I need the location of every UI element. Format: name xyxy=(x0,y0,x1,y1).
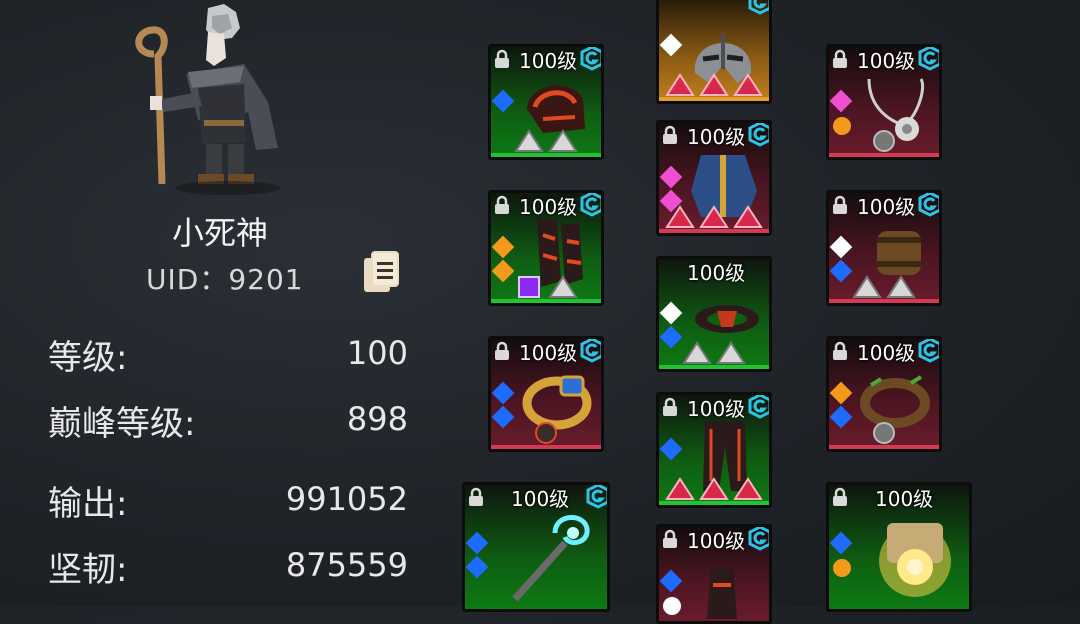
stat-label-output: 输出: xyxy=(48,484,128,524)
red-socket-icon xyxy=(699,477,729,500)
socket-icon xyxy=(716,341,746,364)
g-rank-icon xyxy=(748,527,769,551)
white-orb-icon xyxy=(663,597,681,615)
g-rank-icon xyxy=(918,47,939,71)
red-socket-icon xyxy=(733,205,763,228)
socket-icon xyxy=(548,129,578,152)
equip-slot-pants[interactable]: 100级 xyxy=(656,392,772,508)
red-socket-icon xyxy=(733,477,763,500)
equip-slot-shoulder[interactable]: 100级 xyxy=(488,44,604,160)
socket-icon xyxy=(514,129,544,152)
equip-slot-helmet[interactable] xyxy=(656,0,772,104)
g-rank-icon xyxy=(580,47,601,71)
purple-socket-icon xyxy=(518,276,540,298)
g-rank-icon xyxy=(748,395,769,419)
socket-orb-icon xyxy=(873,422,895,444)
equip-slot-belt[interactable]: 100级 xyxy=(656,256,772,372)
blue-gem-icon xyxy=(829,531,853,555)
socket-icon xyxy=(548,275,578,298)
red-socket-icon xyxy=(665,73,695,96)
lock-icon xyxy=(833,487,847,506)
lock-icon xyxy=(469,487,483,506)
red-socket-icon xyxy=(699,73,729,96)
flame-socket-icon xyxy=(535,422,557,444)
lock-icon xyxy=(663,125,677,144)
stat-label-level: 等级: xyxy=(48,338,128,378)
white-gem-icon xyxy=(829,235,853,259)
lock-icon xyxy=(495,49,509,68)
equip-slot-gloves[interactable]: 100级 xyxy=(488,190,604,306)
lock-icon xyxy=(833,49,847,68)
equip-slot-amulet[interactable]: 100级 xyxy=(826,44,942,160)
red-socket-icon xyxy=(733,73,763,96)
red-socket-icon xyxy=(665,205,695,228)
red-socket-icon xyxy=(699,205,729,228)
uid-label: UID：9201 xyxy=(146,263,304,296)
equip-slot-scroll[interactable]: 100级 xyxy=(826,482,972,612)
equip-slot-chest[interactable]: 100级 xyxy=(656,120,772,236)
stat-label-toughness: 坚韧: xyxy=(48,550,128,590)
equip-slot-ring-right[interactable]: 100级 xyxy=(826,336,942,452)
blue-gem-icon xyxy=(465,531,489,555)
g-rank-icon xyxy=(918,339,939,363)
orange-gem-icon xyxy=(491,235,515,259)
pink-gem-icon xyxy=(659,165,683,189)
lock-icon xyxy=(833,341,847,360)
white-gem-icon xyxy=(659,33,683,57)
socket-icon xyxy=(682,341,712,364)
blue-gem-icon xyxy=(659,569,683,593)
stat-value-toughness: 875559 xyxy=(285,546,408,584)
g-rank-icon xyxy=(580,193,601,217)
white-gem-icon xyxy=(659,301,683,325)
lock-icon xyxy=(663,397,677,416)
orange-orb-icon xyxy=(833,559,851,577)
stat-value-peak-level: 898 xyxy=(346,400,408,438)
blue-gem-icon xyxy=(491,89,515,113)
equip-slot-boots[interactable]: 100级 xyxy=(656,524,772,624)
blue-gem-icon xyxy=(659,437,683,461)
lock-icon xyxy=(495,195,509,214)
boots-icon xyxy=(707,569,737,619)
blue-gem-icon xyxy=(465,555,489,579)
socket-orb-icon xyxy=(873,130,895,152)
blue-gem-icon xyxy=(491,381,515,405)
equip-slot-weapon[interactable]: 100级 xyxy=(462,482,610,612)
stat-value-output: 991052 xyxy=(285,480,408,518)
g-rank-icon xyxy=(748,123,769,147)
copy-icon[interactable] xyxy=(358,250,406,298)
g-rank-icon xyxy=(580,339,601,363)
lock-icon xyxy=(495,341,509,360)
lock-icon xyxy=(833,195,847,214)
character-name: 小死神 xyxy=(171,214,268,252)
stat-value-level: 100 xyxy=(346,334,408,372)
red-socket-icon xyxy=(665,477,695,500)
g-rank-icon xyxy=(918,193,939,217)
socket-icon xyxy=(886,275,916,298)
pink-gem-icon xyxy=(829,89,853,113)
socket-icon xyxy=(852,275,882,298)
staff-icon xyxy=(512,515,590,602)
lock-icon xyxy=(663,529,677,548)
scroll-icon xyxy=(879,523,951,597)
character-portrait xyxy=(135,4,280,195)
equip-slot-ring-left[interactable]: 100级 xyxy=(488,336,604,452)
equip-slot-bracer[interactable]: 100级 xyxy=(826,190,942,306)
orange-gem-icon xyxy=(829,381,853,405)
stat-label-peak-level: 巅峰等级: xyxy=(48,404,196,444)
